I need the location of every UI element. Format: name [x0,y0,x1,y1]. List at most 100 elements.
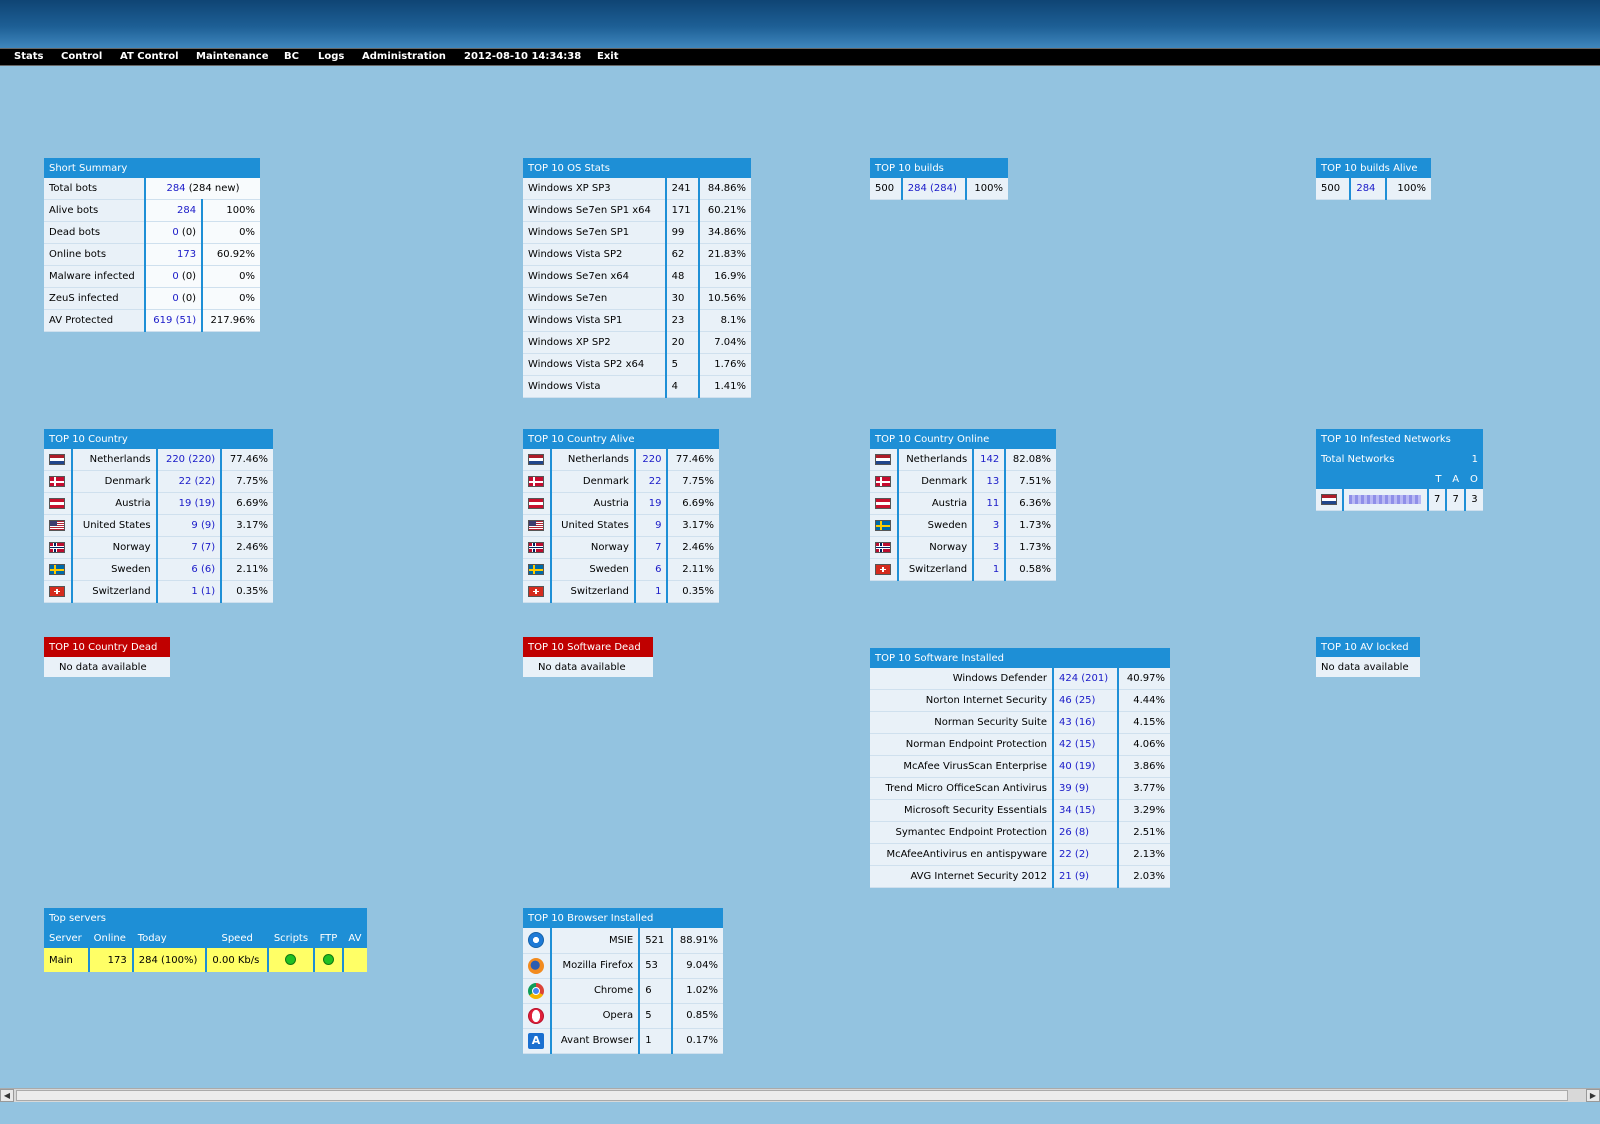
austria-flag-icon [528,497,544,509]
united-states-flag-icon [49,519,65,531]
builds-alive-value-link[interactable]: 284 [1356,183,1375,194]
table-row: Windows Se7en x64 48 16.9% [523,265,751,288]
table-row: Switzerland 1 0.35% [523,580,719,603]
summary-value-link[interactable]: 173 [177,249,196,260]
netherlands-flag-icon [528,453,544,465]
no-data-message: No data available [523,657,653,677]
table-row: McAfeeAntivirus en antispyware 22 (2) 2.13… [870,843,1170,866]
country-panel: TOP 10 Country Netherlands 220 (220) 77.46… [44,429,273,603]
scrollbar-thumb[interactable] [16,1090,1568,1101]
sweden-flag-icon [528,563,544,575]
summary-value-link[interactable]: 284 [166,183,185,194]
software-dead-panel: TOP 10 Software Dead No data available [523,637,653,677]
table-row: A Avant Browser 1 0.17% [523,1028,723,1054]
table-row: Sweden 6 2.11% [523,558,719,581]
short-summary-panel: Short Summary Total bots 284 (284 new) A… [44,158,260,332]
infested-networks-title: TOP 10 Infested Networks [1316,429,1483,449]
scripts-status-icon [285,954,297,966]
table-row: Norway 7 2.46% [523,536,719,559]
country-alive-panel: TOP 10 Country Alive Netherlands 220 77.46… [523,429,719,603]
table-row: Sweden 3 1.73% [870,514,1056,537]
table-row: Switzerland 1 0.58% [870,558,1056,581]
sweden-flag-icon [875,519,891,531]
summary-row: Alive bots 284 100% [44,199,260,222]
browsers-panel: TOP 10 Browser Installed MSIE 521 88.91% M… [523,908,723,1054]
software-installed-title: TOP 10 Software Installed [870,648,1170,668]
netherlands-flag-icon [875,453,891,465]
table-row: Windows Defender 424 (201) 40.97% [870,668,1170,690]
table-row: Denmark 22 7.75% [523,470,719,493]
table-row: MSIE 521 88.91% [523,928,723,954]
server-row[interactable]: Main 173 284 (100%) 0.00 Kb/s [44,948,367,972]
denmark-flag-icon [49,475,65,487]
avant-icon: A [528,1032,544,1049]
summary-row: Total bots 284 (284 new) [44,178,260,200]
denmark-flag-icon [528,475,544,487]
sweden-flag-icon [49,563,65,575]
bottom-area [0,1102,1600,1124]
country-online-panel: TOP 10 Country Online Netherlands 142 82.0… [870,429,1056,581]
software-installed-panel: TOP 10 Software Installed Windows Defend… [870,648,1170,888]
table-row: Windows Vista SP2 x64 5 1.76% [523,353,751,376]
menu-at-control[interactable]: AT Control [120,51,179,62]
table-row: AVG Internet Security 2012 21 (9) 2.03% [870,865,1170,888]
chrome-icon [528,982,544,999]
country-title: TOP 10 Country [44,429,273,449]
table-row: Norway 3 1.73% [870,536,1056,559]
software-dead-title: TOP 10 Software Dead [523,637,653,657]
header-banner [0,0,1600,48]
table-row: Windows XP SP3 241 84.86% [523,178,751,200]
table-row: Norman Endpoint Protection 42 (15) 4.06% [870,733,1170,756]
table-row: Norman Security Suite 43 (16) 4.15% [870,711,1170,734]
table-row: Windows XP SP2 20 7.04% [523,331,751,354]
summary-row: ZeuS infected 0 (0) 0% [44,287,260,310]
firefox-icon [528,957,544,974]
table-row: Chrome 6 1.02% [523,978,723,1004]
menu-logs[interactable]: Logs [318,51,344,62]
menu-bc[interactable]: BC [284,51,299,62]
table-row: Trend Micro OfficeScan Antivirus 39 (9) 3.… [870,777,1170,800]
summary-row: Dead bots 0 (0) 0% [44,221,260,244]
table-row: Symantec Endpoint Protection 26 (8) 2.51% [870,821,1170,844]
summary-row: Malware infected 0 (0) 0% [44,265,260,288]
table-row: Netherlands 142 82.08% [870,449,1056,471]
menu-bar: Stats Control AT Control Maintenance BC … [0,48,1600,66]
menu-administration[interactable]: Administration [362,51,446,62]
horizontal-scrollbar[interactable]: ◀ ▶ [0,1088,1600,1102]
table-row: Switzerland 1 (1) 0.35% [44,580,273,603]
summary-value-link[interactable]: 619 [153,315,172,326]
opera-icon [528,1007,544,1024]
menu-datetime: 2012-08-10 14:34:38 [464,51,582,62]
os-stats-title: TOP 10 OS Stats [523,158,751,178]
top-servers-panel: Top servers Server Online Today Speed Sc… [44,908,367,972]
menu-exit[interactable]: Exit [597,51,619,62]
table-row: 500 284 100% [1316,178,1431,200]
table-row: Norway 7 (7) 2.46% [44,536,273,559]
menu-control[interactable]: Control [61,51,102,62]
summary-value-link[interactable]: 0 [172,271,178,282]
scroll-left-icon[interactable]: ◀ [0,1089,14,1102]
av-locked-panel: TOP 10 AV locked No data available [1316,637,1420,677]
menu-stats[interactable]: Stats [14,51,43,62]
network-name-link[interactable] [1349,494,1422,504]
builds-value-link[interactable]: 284 [908,183,927,194]
summary-value-link[interactable]: 0 [172,293,178,304]
norway-flag-icon [528,541,544,553]
table-row: Denmark 13 7.51% [870,470,1056,493]
ftp-status-icon [322,954,334,966]
table-row: Windows Se7en 30 10.56% [523,287,751,310]
country-alive-title: TOP 10 Country Alive [523,429,719,449]
infested-networks-panel: TOP 10 Infested Networks Total Networks 1… [1316,429,1483,511]
table-row: United States 9 (9) 3.17% [44,514,273,537]
summary-value-link[interactable]: 284 [177,205,196,216]
summary-value-link[interactable]: 0 [172,227,178,238]
table-row: 500 284 (284) 100% [870,178,1008,200]
country-dead-title: TOP 10 Country Dead [44,637,170,657]
menu-maintenance[interactable]: Maintenance [196,51,269,62]
united-states-flag-icon [528,519,544,531]
scroll-right-icon[interactable]: ▶ [1586,1089,1600,1102]
table-row: Microsoft Security Essentials 34 (15) 3.29… [870,799,1170,822]
table-row: Sweden 6 (6) 2.11% [44,558,273,581]
netherlands-flag-icon [49,453,65,465]
norway-flag-icon [49,541,65,553]
